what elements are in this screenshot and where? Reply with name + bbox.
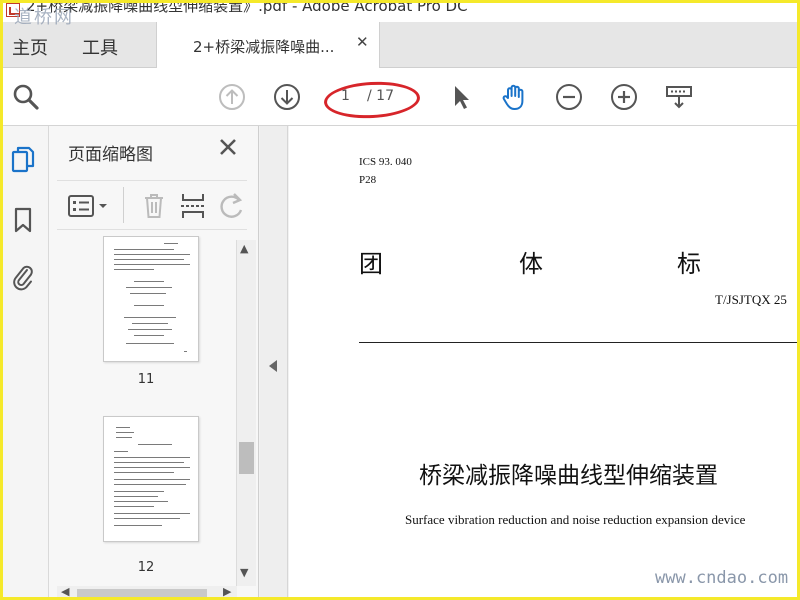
vertical-scroll-thumb[interactable] bbox=[239, 442, 254, 474]
hand-tool-button[interactable] bbox=[497, 80, 531, 114]
thumbnail-label: 11 bbox=[137, 372, 155, 387]
plus-circle-icon bbox=[611, 84, 637, 110]
tab-document[interactable]: 2+桥梁减振降噪曲... ✕ bbox=[156, 22, 380, 68]
trash-icon bbox=[145, 194, 163, 218]
thumbnail-panel: 页面缩略图 11 12 bbox=[49, 126, 259, 600]
document-subtitle: Surface vibration reduction and noise re… bbox=[405, 512, 746, 527]
rotate-icon bbox=[220, 193, 243, 218]
paperclip-icon bbox=[13, 265, 33, 291]
select-tool-button[interactable] bbox=[444, 80, 478, 114]
navigation-rail bbox=[0, 126, 49, 600]
tab-home[interactable]: 主页 bbox=[12, 34, 48, 60]
minus-circle-icon bbox=[556, 84, 582, 110]
insert-page-icon bbox=[181, 194, 205, 218]
watermark-url: www.cndao.com bbox=[655, 568, 789, 588]
thumbnail-vertical-scrollbar[interactable]: ▲ ▼ bbox=[236, 240, 256, 586]
tab-close-icon[interactable]: ✕ bbox=[356, 33, 369, 51]
ccs-code: P28 bbox=[359, 174, 377, 186]
delete-page-button[interactable] bbox=[141, 191, 167, 225]
collapse-left-arrow-icon[interactable] bbox=[269, 360, 277, 372]
watermark-logo-text: 道桥网 bbox=[14, 7, 74, 28]
horizontal-scroll-thumb[interactable] bbox=[77, 589, 207, 597]
attachments-button[interactable] bbox=[8, 260, 38, 292]
thumbnail-list: 11 12 bbox=[57, 236, 235, 588]
page-thumbnails-button[interactable] bbox=[8, 144, 38, 176]
list-options-icon bbox=[68, 195, 107, 217]
panel-collapse-handle[interactable] bbox=[260, 126, 288, 600]
scroll-mode-button[interactable] bbox=[662, 80, 696, 114]
thumbnail-label: 12 bbox=[137, 560, 155, 575]
hand-icon bbox=[502, 84, 524, 110]
thumbnail-page-11[interactable] bbox=[103, 236, 199, 362]
arrow-up-circle-icon bbox=[219, 84, 245, 110]
keyboard-scroll-icon bbox=[666, 86, 692, 109]
pages-icon bbox=[11, 146, 35, 173]
scroll-down-arrow-icon[interactable]: ▼ bbox=[240, 566, 248, 579]
standard-heading-char: 标 bbox=[677, 250, 701, 278]
next-page-button[interactable] bbox=[270, 80, 304, 114]
thumbnail-page-12[interactable] bbox=[103, 416, 199, 542]
thumbnail-options-button[interactable] bbox=[67, 193, 115, 223]
ics-code: ICS 93. 040 bbox=[359, 156, 412, 168]
scroll-left-arrow-icon[interactable]: ◀ bbox=[61, 585, 69, 598]
find-zoom-button[interactable] bbox=[9, 80, 43, 114]
window-title: 2+桥梁减振降噪曲线型伸缩装置》.pdf - Adobe Acrobat Pro… bbox=[26, 0, 468, 15]
document-viewport[interactable]: ICS 93. 040 P28 团 体 标 T/JSJTQX 25 桥梁减振降噪… bbox=[289, 126, 800, 600]
bookmark-icon bbox=[14, 207, 32, 233]
toolbar-separator bbox=[123, 187, 124, 223]
cursor-arrow-icon bbox=[455, 86, 469, 109]
zoom-in-button[interactable] bbox=[607, 80, 641, 114]
arrow-down-circle-icon bbox=[274, 84, 300, 110]
scroll-right-arrow-icon[interactable]: ▶ bbox=[223, 585, 231, 598]
tab-document-label: 2+桥梁减振降噪曲... bbox=[193, 38, 335, 56]
magnifier-icon bbox=[13, 84, 39, 110]
header-rule bbox=[359, 342, 800, 343]
close-icon bbox=[220, 139, 236, 155]
document-page: ICS 93. 040 P28 团 体 标 T/JSJTQX 25 桥梁减振降噪… bbox=[289, 126, 800, 600]
bookmarks-button[interactable] bbox=[8, 204, 38, 236]
document-title: 桥梁减振降噪曲线型伸缩装置 bbox=[419, 463, 718, 489]
insert-page-button[interactable] bbox=[179, 191, 207, 225]
standard-heading-char: 团 bbox=[359, 250, 383, 278]
scroll-up-arrow-icon[interactable]: ▲ bbox=[240, 242, 248, 255]
zoom-out-button[interactable] bbox=[552, 80, 586, 114]
previous-page-button[interactable] bbox=[215, 80, 249, 114]
panel-title: 页面缩略图 bbox=[68, 145, 153, 165]
tab-bar: 主页 工具 2+桥梁减振降噪曲... ✕ bbox=[0, 22, 800, 68]
panel-toolbar bbox=[57, 180, 247, 230]
standard-heading-char: 体 bbox=[519, 250, 543, 278]
tab-tools[interactable]: 工具 bbox=[82, 34, 118, 60]
title-bar: 2+桥梁减振降噪曲线型伸缩装置》.pdf - Adobe Acrobat Pro… bbox=[0, 0, 800, 22]
standard-number: T/JSJTQX 25 bbox=[715, 292, 787, 307]
panel-close-button[interactable] bbox=[217, 136, 239, 158]
rotate-page-button[interactable] bbox=[217, 191, 247, 225]
thumbnail-horizontal-scrollbar[interactable]: ◀ ▶ bbox=[57, 585, 237, 600]
